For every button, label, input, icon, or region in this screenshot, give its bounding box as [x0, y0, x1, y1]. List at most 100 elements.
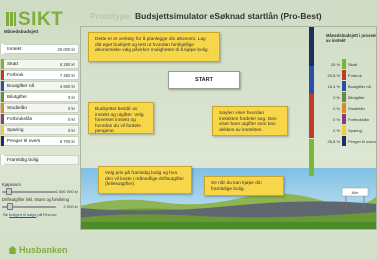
budget-row[interactable]: Skatt 6 280 kr: [0, 59, 79, 69]
budget-row-label: Sparing: [7, 127, 24, 133]
percent-row-value: 26,8 %: [327, 138, 340, 144]
percent-row-value: 25 %: [330, 61, 340, 67]
price-slider-label: Kjøpesum: [2, 182, 21, 187]
budget-row-label: Forbrukslån: [7, 116, 33, 122]
finn-link-prefix: Se: [3, 212, 8, 217]
percent-row-label: Skatt: [348, 61, 358, 67]
percent-row-color: [342, 92, 346, 102]
percent-row-color: [342, 103, 346, 113]
columns-note: Søylen viser hvordan inntekten fordeler …: [212, 106, 288, 136]
budget-row-color: [1, 92, 4, 102]
budget-row[interactable]: Studielån 0 kr: [0, 103, 79, 113]
percent-row-value: 18,4 %: [327, 83, 340, 89]
percent-row-value: 0 %: [333, 127, 340, 133]
percent-row: 26,8 % Penger til overs: [320, 136, 377, 146]
future-home-note: Velg pris på framtidig bolig og hva den …: [98, 166, 192, 194]
budget-row[interactable]: Boutgifter nå 4 600 kr: [0, 81, 79, 91]
budget-column-segment: [309, 66, 314, 94]
budget-row-value: 0 kr: [68, 105, 75, 111]
percent-row: 0 % Bilutgifter: [320, 92, 377, 102]
budget-row-label: Penger til overs: [7, 138, 41, 144]
budget-row-color: [1, 155, 4, 165]
budget-row-color: [1, 103, 4, 113]
percent-row-color: [342, 70, 346, 80]
budget-row[interactable]: Penger til overs 6 700 kr: [0, 136, 79, 146]
budget-row-color: [1, 136, 4, 146]
budget-row-value: 0 kr: [68, 127, 75, 133]
cost-slider-label: Driftsutgifter inkl. strøm og forsikring: [2, 197, 70, 202]
percent-row: 18,4 % Boutgifter nå: [320, 81, 377, 91]
budget-row-label: Framtidig bolig: [7, 157, 39, 163]
finn-link-suffix: på Finn.no: [37, 212, 57, 217]
cost-slider[interactable]: 2 000 kr: [2, 203, 78, 210]
percent-row-label: Forbruk: [348, 72, 362, 78]
husbanken-logo: Husbanken: [8, 245, 68, 255]
percent-row-color: [342, 114, 346, 124]
price-slider-thumb[interactable]: [6, 188, 12, 195]
percent-row-label: Bilutgifter: [348, 94, 365, 100]
percent-row-color: [342, 59, 346, 69]
price-slider[interactable]: 1 600 000 kr: [2, 188, 78, 195]
budget-row[interactable]: Sparing 0 kr: [0, 125, 79, 135]
percent-row: 25 % Skatt: [320, 59, 377, 69]
budget-row[interactable]: Bilutgifter 0 kr: [0, 92, 79, 102]
budget-row-label: Inntekt: [7, 46, 22, 52]
percent-row-label: Penger til overs: [348, 138, 376, 144]
title-bar: Prototype Budsjettsimulator eSøknad star…: [90, 11, 322, 21]
budget-panel: Månedsbudsjett Inntekt 25 000 kr Skatt 6 28…: [0, 26, 80, 258]
percent-heading: Månedsbudsjett i prosent av inntekt: [326, 33, 377, 43]
percent-row-label: Studielån: [348, 105, 365, 111]
percent-row-color: [342, 125, 346, 135]
start-button[interactable]: START: [168, 71, 240, 89]
budget-row-value: 0 kr: [68, 94, 75, 100]
percent-row: 0 % Forbrukslån: [320, 114, 377, 124]
finn-link-row: Se boligen til salgs på Finn.no: [0, 212, 80, 217]
prototype-label: Prototype: [90, 11, 130, 21]
budget-row-value: 6 700 kr: [59, 138, 75, 144]
percent-row-label: Boutgifter nå: [348, 83, 371, 89]
percent-row-value: 0 %: [333, 94, 340, 100]
budget-column-segment: [309, 26, 314, 67]
percent-row-label: Forbrukslån: [348, 116, 370, 122]
cost-slider-value: 2 000 kr: [63, 204, 78, 209]
budget-row-label: Bilutgifter: [7, 94, 27, 100]
budget-row-value: 25 000 kr: [57, 46, 75, 52]
budget-column: [309, 26, 314, 176]
cost-slider-thumb[interactable]: [7, 203, 13, 210]
landscape-note: Se når du kan kjøpe din framtidige bolig…: [204, 176, 284, 196]
budget-row-label: Studielån: [7, 105, 28, 111]
road-sign-text: Alle: [352, 190, 359, 195]
percent-row-label: Sparing: [348, 127, 362, 133]
finn-link[interactable]: boligen til salgs: [9, 212, 36, 217]
budget-row-value: 7 450 kr: [59, 72, 75, 78]
percent-row-value: 29,8 %: [327, 72, 340, 78]
budget-row-color: [1, 125, 4, 135]
budget-column-segment: [309, 138, 314, 176]
budget-heading: Månedsbudsjett: [4, 29, 39, 34]
percent-row-value: 0 %: [333, 116, 340, 122]
budget-row-color: [1, 70, 4, 80]
future-home-controls: Kjøpesum 1 600 000 kr Driftsutgifter ink…: [0, 182, 80, 217]
budget-row-value: 4 600 kr: [59, 83, 75, 89]
app-window: SIKT Prototype Budsjettsimulator eSøknad…: [0, 0, 377, 260]
budget-row-label: Forbruk: [7, 72, 24, 78]
price-slider-value: 1 600 000 kr: [55, 189, 78, 194]
house-icon: [8, 246, 17, 254]
budget-note: Budsjettet består av inntekt og utgifter…: [88, 102, 154, 134]
husbanken-text: Husbanken: [19, 245, 68, 255]
simulator-canvas: Dette er et verktøy for å planlegge din …: [84, 26, 306, 226]
budget-row-color: [1, 59, 4, 69]
intro-note: Dette er et verktøy for å planlegge din …: [88, 32, 220, 62]
budget-row[interactable]: Forbrukslån 0 kr: [0, 114, 79, 124]
percent-row: 0 % Studielån: [320, 103, 377, 113]
budget-row[interactable]: Framtidig bolig: [0, 155, 79, 165]
budget-row[interactable]: Forbruk 7 450 kr: [0, 70, 79, 80]
percent-row-value: 0 %: [333, 105, 340, 111]
percent-row: 29,8 % Forbruk: [320, 70, 377, 80]
budget-row-color: [1, 44, 4, 54]
budget-row[interactable]: Inntekt 25 000 kr: [0, 44, 79, 54]
percent-row-color: [342, 136, 346, 146]
budget-row-label: Boutgifter nå: [7, 83, 35, 89]
budget-row-value: 6 280 kr: [59, 61, 75, 67]
budget-row-value: 0 kr: [68, 116, 75, 122]
